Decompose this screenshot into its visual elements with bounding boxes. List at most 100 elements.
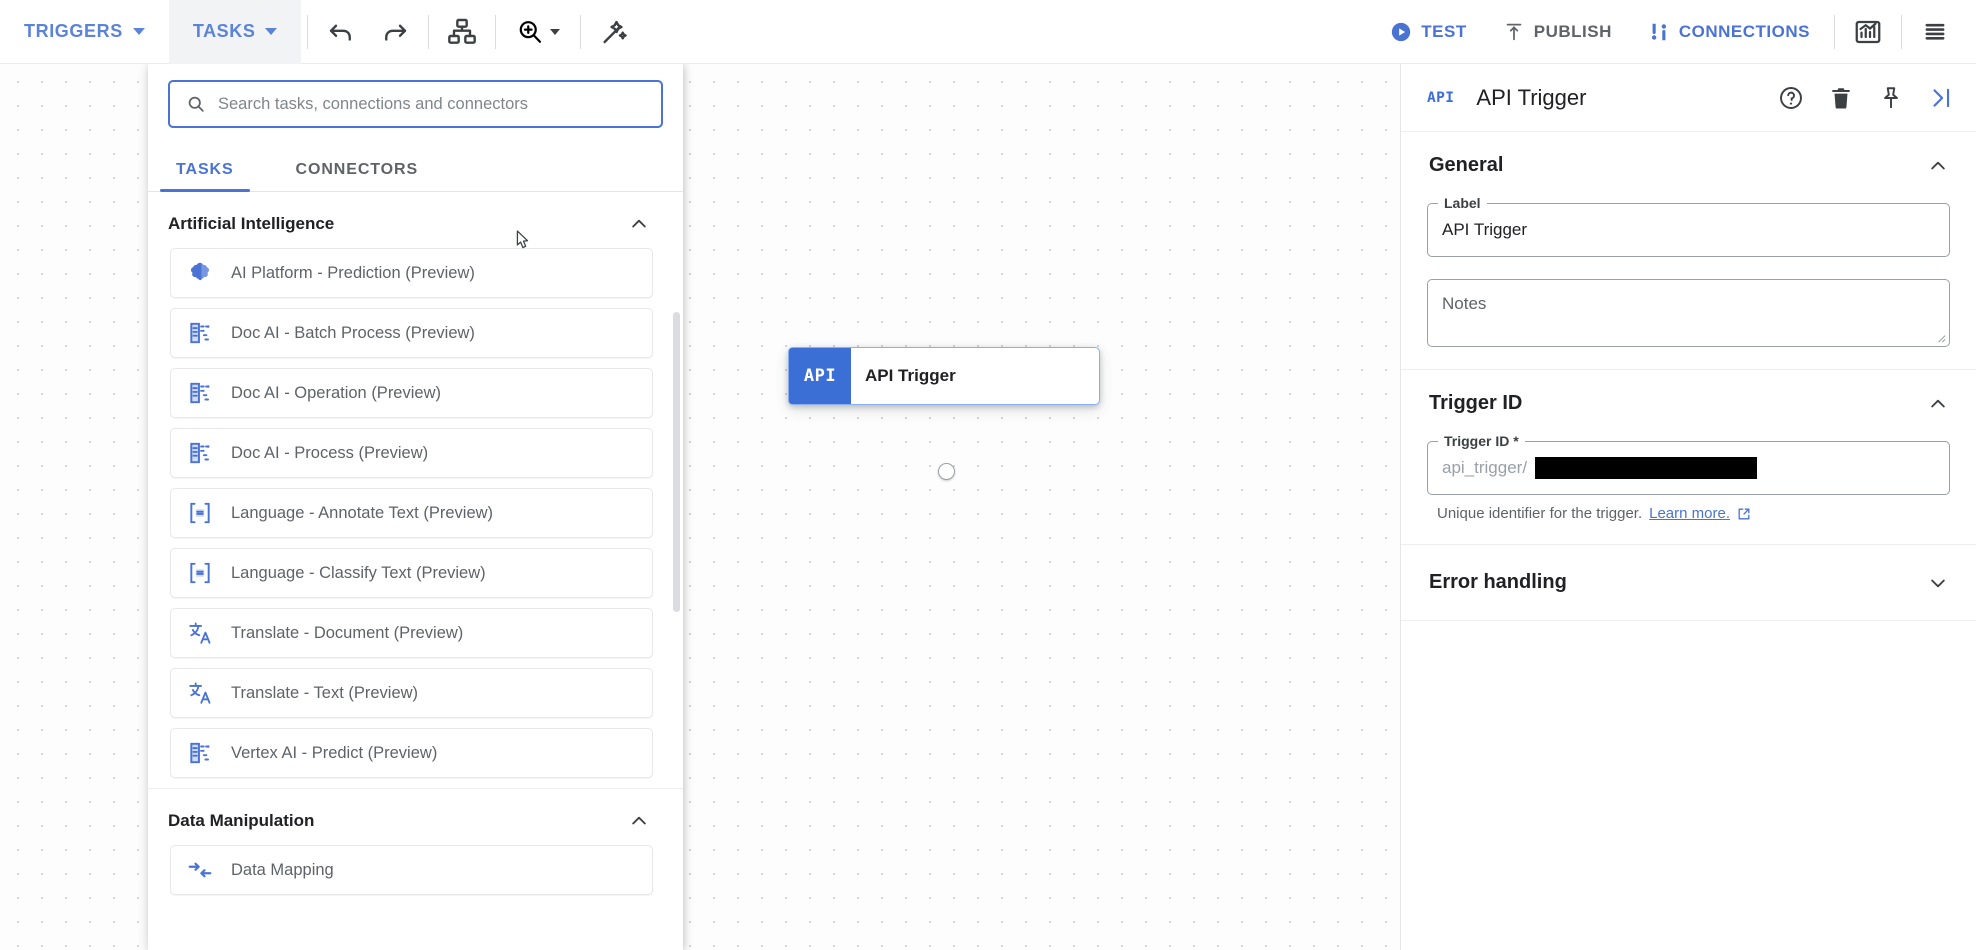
label-field[interactable]: Label API Trigger (1427, 203, 1950, 257)
task-item-language-annotate-text[interactable]: Language - Annotate Text (Preview) (170, 488, 653, 538)
section-error-handling-header[interactable]: Error handling (1427, 545, 1950, 620)
task-item-label: Translate - Text (Preview) (231, 684, 418, 703)
task-item-label: Doc AI - Batch Process (Preview) (231, 324, 475, 343)
auto-layout-button[interactable] (435, 0, 489, 64)
api-trigger-node[interactable]: API API Trigger (788, 347, 1100, 405)
task-item-translate-text[interactable]: Translate - Text (Preview) (170, 668, 653, 718)
group-title: Artificial Intelligence (168, 214, 334, 234)
external-link-icon[interactable] (1737, 507, 1751, 521)
trigger-id-help-text: Unique identifier for the trigger. (1437, 505, 1642, 522)
undo-button[interactable] (314, 0, 368, 64)
search-input[interactable] (218, 95, 645, 114)
trash-icon[interactable] (1828, 85, 1854, 111)
label-field-legend: Label (1438, 195, 1487, 211)
magic-wand-button[interactable] (587, 0, 641, 64)
chevron-down-icon (1928, 573, 1948, 593)
language-text-icon (187, 560, 213, 586)
toolbar-divider (428, 15, 429, 49)
chevron-down-icon (550, 29, 560, 35)
panel-tabs: TASKS CONNECTORS (148, 142, 683, 192)
task-item-ai-platform-prediction[interactable]: AI Platform - Prediction (Preview) (170, 248, 653, 298)
config-panel-header: API API Trigger (1401, 64, 1976, 132)
trigger-id-field-legend: Trigger ID * (1438, 433, 1525, 449)
toolbar-divider (580, 15, 581, 49)
hamburger-menu-icon (1920, 17, 1950, 47)
task-item-label: AI Platform - Prediction (Preview) (231, 264, 475, 283)
tab-tasks-label: TASKS (176, 161, 234, 178)
group-header-artificial-intelligence[interactable]: Artificial Intelligence (148, 192, 683, 248)
section-trigger-id: Trigger ID Trigger ID * api_trigger/ Uni… (1401, 370, 1976, 545)
zoom-control[interactable] (502, 0, 574, 64)
task-item-vertex-ai-predict[interactable]: Vertex AI - Predict (Preview) (170, 728, 653, 778)
task-item-translate-document[interactable]: Translate - Document (Preview) (170, 608, 653, 658)
toolbar-divider (495, 15, 496, 49)
section-title: Error handling (1429, 571, 1567, 594)
trigger-id-help-row: Unique identifier for the trigger. Learn… (1437, 505, 1950, 522)
group-header-data-manipulation[interactable]: Data Manipulation (148, 788, 683, 845)
connections-button[interactable]: CONNECTIONS (1630, 0, 1828, 64)
task-item-language-classify-text[interactable]: Language - Classify Text (Preview) (170, 548, 653, 598)
data-mapping-icon (187, 857, 213, 883)
page-title: API Trigger (1476, 85, 1586, 111)
node-label: API Trigger (851, 348, 1099, 404)
redo-icon (380, 17, 410, 47)
tasks-menu-button[interactable]: TASKS (169, 0, 302, 64)
search-icon (186, 94, 206, 114)
tab-connectors[interactable]: CONNECTORS (288, 161, 427, 191)
auto-layout-icon (446, 16, 478, 48)
document-ai-icon (187, 740, 213, 766)
label-field-value: API Trigger (1442, 220, 1527, 240)
task-item-label: Translate - Document (Preview) (231, 624, 463, 643)
task-item-doc-ai-operation[interactable]: Doc AI - Operation (Preview) (170, 368, 653, 418)
chevron-up-icon (1928, 394, 1948, 414)
section-title: Trigger ID (1429, 392, 1522, 415)
task-item-data-mapping[interactable]: Data Mapping (170, 845, 653, 895)
learn-more-link[interactable]: Learn more. (1649, 505, 1730, 522)
notes-field[interactable]: Notes (1427, 279, 1950, 347)
resize-grip-icon[interactable] (1935, 332, 1946, 343)
task-item-doc-ai-process[interactable]: Doc AI - Process (Preview) (170, 428, 653, 478)
chevron-down-icon (265, 28, 277, 35)
section-general-header[interactable]: General (1427, 132, 1950, 191)
task-item-label: Data Mapping (231, 861, 334, 880)
group-title: Data Manipulation (168, 811, 314, 831)
publish-button[interactable]: PUBLISH (1485, 0, 1630, 64)
section-general: General Label API Trigger Notes (1401, 132, 1976, 370)
translate-icon (187, 680, 213, 706)
task-list-scrollbar[interactable] (673, 312, 680, 612)
analytics-button[interactable] (1841, 0, 1895, 64)
pin-icon[interactable] (1878, 85, 1904, 111)
document-ai-icon (187, 380, 213, 406)
test-button[interactable]: TEST (1372, 0, 1484, 64)
redo-button[interactable] (368, 0, 422, 64)
triggers-menu-button[interactable]: TRIGGERS (0, 0, 169, 64)
task-list[interactable]: Artificial Intelligence AI Platform - Pr… (148, 192, 683, 950)
help-circle-icon[interactable] (1778, 85, 1804, 111)
tab-tasks[interactable]: TASKS (168, 161, 242, 191)
collapse-panel-icon[interactable] (1928, 85, 1954, 111)
section-title: General (1429, 154, 1503, 177)
trigger-id-prefix: api_trigger/ (1442, 458, 1527, 478)
task-item-doc-ai-batch-process[interactable]: Doc AI - Batch Process (Preview) (170, 308, 653, 358)
chevron-up-icon (629, 811, 649, 831)
node-output-port[interactable] (938, 463, 955, 480)
toolbar-divider (1834, 15, 1835, 49)
test-label: TEST (1421, 22, 1466, 42)
document-ai-icon (187, 320, 213, 346)
main-menu-button[interactable] (1908, 0, 1962, 64)
translate-icon (187, 620, 213, 646)
task-item-label: Language - Classify Text (Preview) (231, 564, 486, 583)
toolbar-left-group: TRIGGERS TASKS (0, 0, 641, 64)
connections-icon (1648, 21, 1670, 43)
trigger-id-field[interactable]: Trigger ID * api_trigger/ (1427, 441, 1950, 495)
top-toolbar: TRIGGERS TASKS (0, 0, 1976, 64)
search-container (148, 64, 683, 142)
redacted-trigger-id-value (1535, 457, 1757, 479)
toolbar-right-group: TEST PUBLISH CONNECTIONS (1372, 0, 1976, 64)
search-box[interactable] (168, 80, 663, 128)
chevron-up-icon (629, 214, 649, 234)
notes-field-placeholder: Notes (1442, 294, 1486, 314)
trigger-config-panel: API API Trigger General (1400, 64, 1976, 950)
toolbar-divider (1901, 15, 1902, 49)
section-trigger-id-header[interactable]: Trigger ID (1427, 370, 1950, 429)
